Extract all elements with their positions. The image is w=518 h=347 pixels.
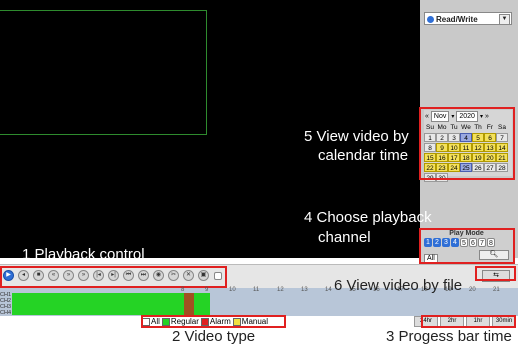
time-tick: 20 (469, 287, 476, 293)
time-tick: 9 (205, 287, 209, 293)
annotation-video-type: 2 Video type (172, 328, 256, 345)
time-tick: 10 (229, 287, 236, 293)
channel-label: CH4 (0, 310, 12, 316)
annotation-channel-1: 4 Choose playback (304, 209, 432, 226)
regular-recording-bar (12, 293, 210, 315)
calendar-highlight (419, 107, 515, 180)
alarm-recording-bar (184, 293, 194, 315)
time-tick: 8 (181, 287, 185, 293)
mode-select[interactable]: Read/Write ▼ (424, 12, 512, 25)
time-tick: 11 (253, 287, 260, 293)
annotation-calendar-2: calendar time (318, 147, 409, 164)
annotation-playback: 1 Playback control (22, 246, 145, 263)
radio-icon (427, 16, 434, 24)
time-tick: 12 (277, 287, 284, 293)
chevron-down-icon[interactable]: ▼ (499, 14, 510, 25)
annotation-channel-2: channel (318, 229, 371, 246)
progress-bar-highlight (421, 315, 516, 328)
time-tick: 14 (325, 287, 332, 293)
time-tick: 13 (301, 287, 308, 293)
playback-control-highlight (0, 266, 227, 288)
file-button-highlight (475, 266, 516, 281)
video-channel-frame[interactable] (0, 10, 207, 135)
annotation-progress: 3 Progess bar time (386, 328, 512, 345)
annotation-calendar-1: 5 View video by (304, 128, 409, 145)
channel-highlight (419, 228, 515, 264)
time-tick: 21 (493, 287, 500, 293)
video-type-highlight (141, 315, 286, 328)
mode-select-value: Read/Write (436, 15, 478, 24)
annotation-file: 6 View video by file (334, 277, 463, 294)
